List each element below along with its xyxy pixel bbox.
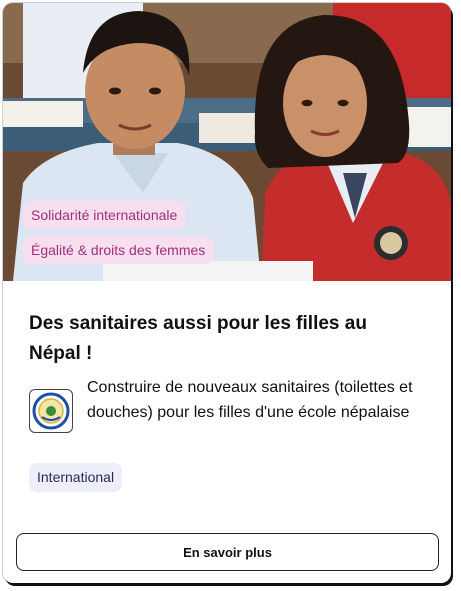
card-body: Des sanitaires aussi pour les filles au … — [3, 281, 451, 583]
project-card: Solidarité internationale Égalité & droi… — [3, 3, 451, 583]
tag-solidarite-internationale: Solidarité internationale — [23, 201, 186, 229]
project-title: Des sanitaires aussi pour les filles au … — [29, 313, 367, 364]
learn-more-button[interactable]: En savoir plus — [16, 533, 439, 571]
category-chip: International — [29, 463, 123, 492]
project-description: Construire de nouveaux sanitaires (toile… — [87, 379, 413, 421]
organization-logo-icon — [29, 389, 73, 433]
tag-egalite-droits-femmes: Égalité & droits des femmes — [23, 236, 214, 264]
